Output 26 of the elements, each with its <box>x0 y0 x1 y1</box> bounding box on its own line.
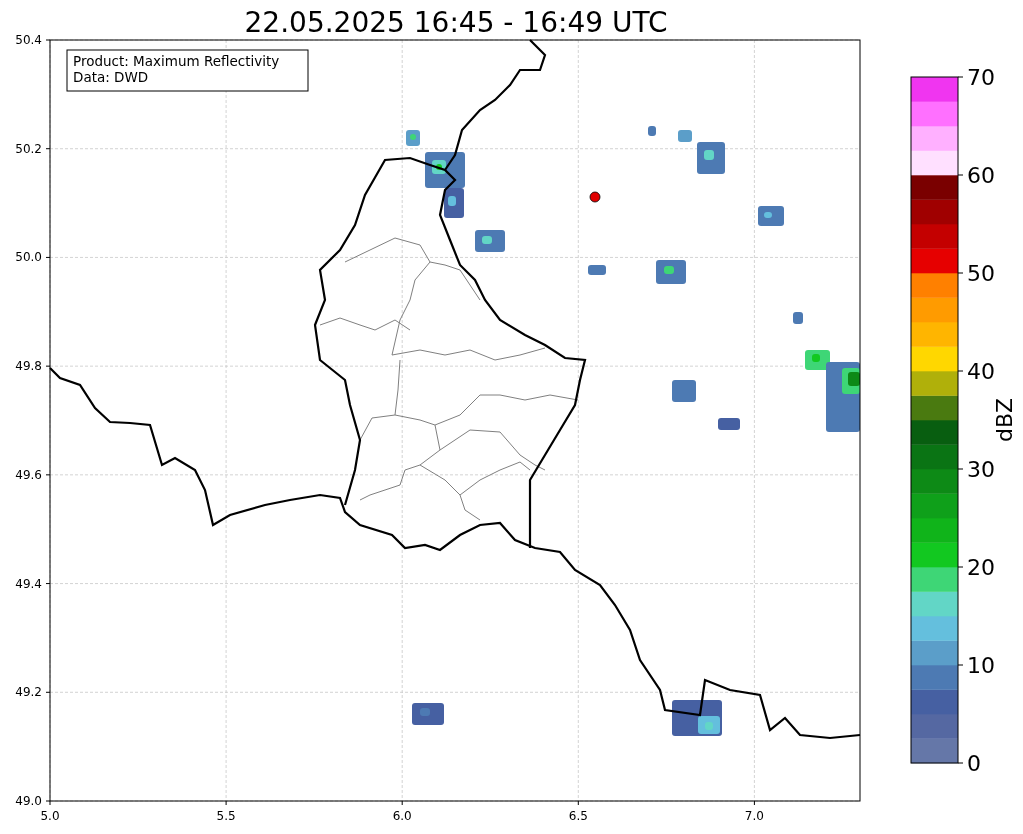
legend-text: Product: Maximum Reflectivity <box>73 53 280 69</box>
x-tick-label: 7.0 <box>744 809 764 823</box>
y-tick-label: 49.2 <box>15 685 42 700</box>
chart-title: 22.05.2025 16:45 - 16:49 UTC <box>244 6 668 39</box>
colorbar-tick-label: 30 <box>967 457 995 482</box>
colorbar-tick-label: 0 <box>967 751 981 776</box>
y-tick-label: 49.8 <box>15 359 42 374</box>
legend-text: Data: DWD <box>73 69 149 85</box>
y-tick-label: 49.4 <box>15 576 42 591</box>
colorbar-tick-label: 10 <box>967 653 995 678</box>
colorbar-tick-label: 70 <box>967 65 995 90</box>
colorbar-tick-label: 60 <box>967 163 995 188</box>
x-tick-label: 5.0 <box>40 809 60 823</box>
y-tick-label: 49.0 <box>15 794 42 808</box>
x-tick-label: 6.5 <box>568 809 588 823</box>
y-tick-label: 50.2 <box>15 141 42 156</box>
y-tick-label: 50.0 <box>15 250 42 265</box>
colorbar-tick-label: 50 <box>967 261 995 286</box>
colorbar-label: dBZ <box>992 397 1017 443</box>
y-tick-label: 49.6 <box>15 467 42 482</box>
y-tick-label: 50.4 <box>15 33 42 47</box>
location-marker <box>589 191 601 203</box>
colorbar-tick-label: 40 <box>967 359 995 384</box>
colorbar-tick-label: 20 <box>967 555 995 580</box>
x-tick-label: 6.0 <box>392 809 412 823</box>
x-tick-label: 5.5 <box>216 809 236 823</box>
